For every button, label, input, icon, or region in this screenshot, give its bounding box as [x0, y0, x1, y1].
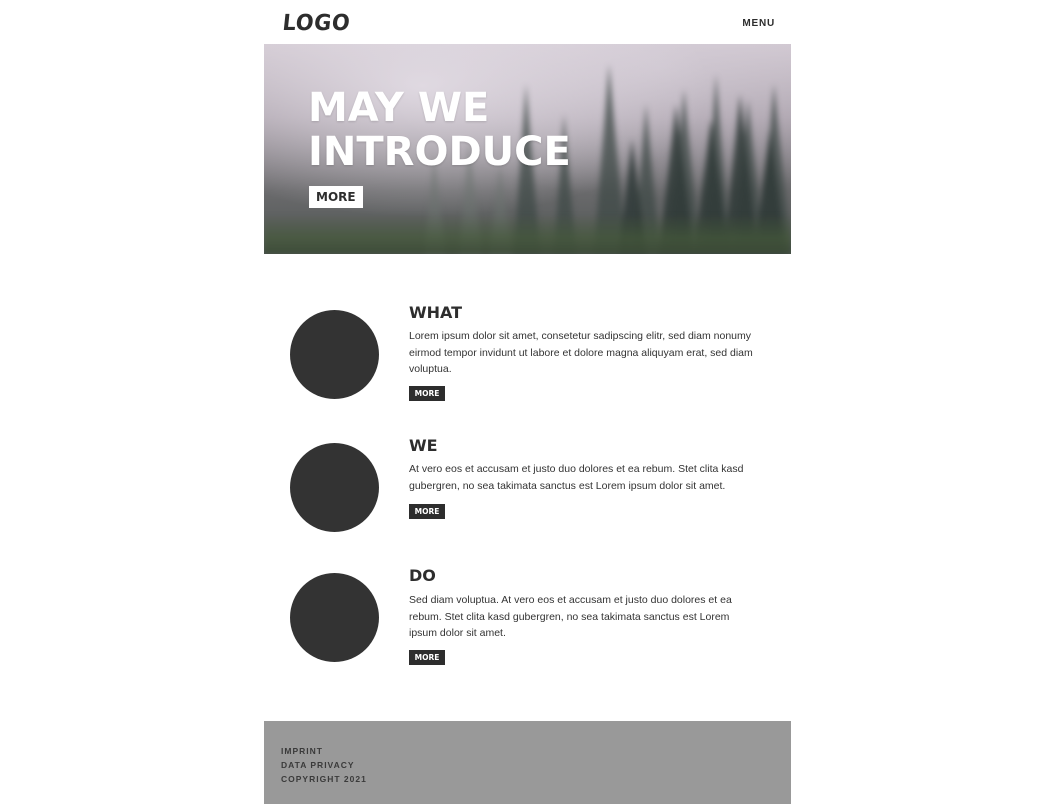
feature-text: At vero eos et accusam et justo duo dolo… [409, 463, 744, 492]
footer-link-data-privacy[interactable]: DATA PRIVACY [281, 758, 367, 772]
hero-title-line: INTRODUCE [308, 129, 571, 175]
feature-text: Sed diam voluptua. At vero eos et accusa… [409, 594, 732, 639]
feature-image-circle [290, 443, 379, 532]
feature-image-circle [290, 310, 379, 399]
footer: IMPRINT DATA PRIVACY COPYRIGHT 2021 [264, 721, 791, 804]
feature-image-circle [290, 573, 379, 662]
feature-title: DO [409, 566, 436, 585]
feature-more-button[interactable]: MORE [409, 650, 445, 665]
feature-title: WE [409, 436, 438, 455]
page: LOGO MENU MAY WE INTRODUCE MORE WHAT Lor… [264, 0, 791, 804]
feature-more-button[interactable]: MORE [409, 504, 445, 519]
hero-title: MAY WE INTRODUCE [308, 86, 571, 174]
hero-more-button[interactable]: MORE [309, 186, 363, 208]
feature-title: WHAT [409, 303, 463, 322]
menu-button[interactable]: MENU [742, 18, 775, 29]
feature-more-button[interactable]: MORE [409, 386, 445, 401]
hero-banner: MAY WE INTRODUCE MORE [264, 44, 791, 254]
hero-title-line: MAY WE [308, 85, 490, 131]
footer-link-imprint[interactable]: IMPRINT [281, 744, 367, 758]
hero-ground [264, 214, 791, 254]
footer-copyright: COPYRIGHT 2021 [281, 774, 367, 784]
footer-links: IMPRINT DATA PRIVACY COPYRIGHT 2021 [281, 744, 367, 786]
logo[interactable]: LOGO [281, 10, 351, 35]
header: LOGO MENU [264, 0, 791, 44]
feature-text: Lorem ipsum dolor sit amet, consetetur s… [409, 330, 753, 375]
